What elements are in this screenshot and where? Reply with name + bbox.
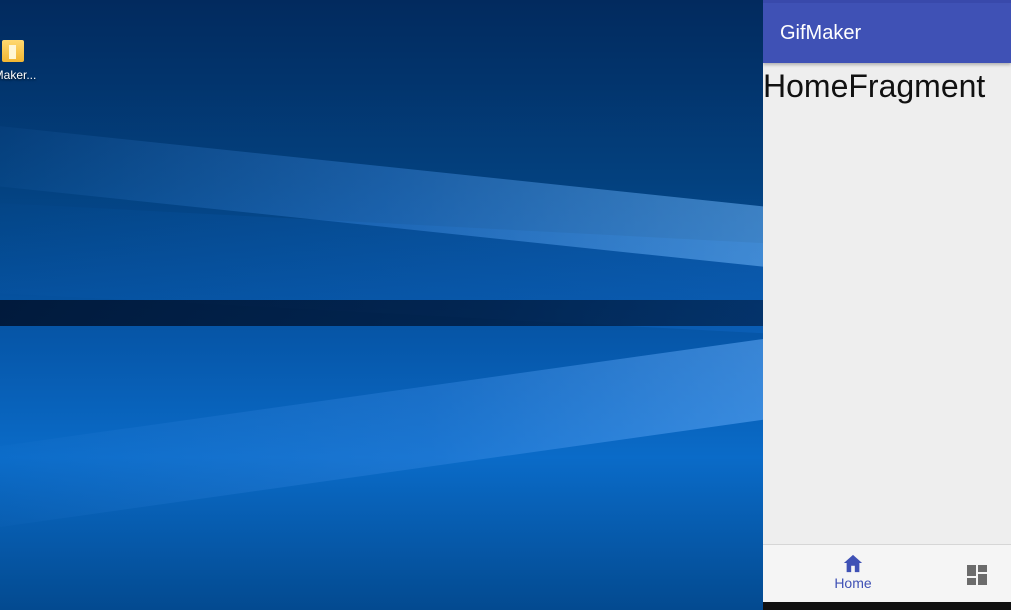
fragment-label: HomeFragment <box>763 68 986 104</box>
wallpaper-dark-band <box>0 300 763 326</box>
nav-item-home-label: Home <box>834 575 872 591</box>
home-icon <box>843 554 863 573</box>
bottom-navigation: Home <box>763 544 1011 602</box>
app-toolbar: GifMaker <box>763 0 1011 63</box>
android-app-window: GifMaker HomeFragment Home <box>763 0 1011 610</box>
nav-item-home[interactable]: Home <box>823 553 883 591</box>
nav-item-dashboard[interactable] <box>967 565 987 589</box>
wallpaper-light-beam <box>0 330 763 535</box>
dashboard-icon <box>967 565 987 585</box>
folder-icon <box>2 40 24 62</box>
desktop-shortcut-label: Maker... <box>0 68 37 82</box>
desktop-wallpaper: Maker... <box>0 0 763 610</box>
fragment-container: HomeFragment <box>763 68 1011 549</box>
desktop-shortcut[interactable]: Maker... <box>0 40 44 82</box>
system-nav-strip <box>763 602 1011 610</box>
app-title: GifMaker <box>780 21 862 44</box>
